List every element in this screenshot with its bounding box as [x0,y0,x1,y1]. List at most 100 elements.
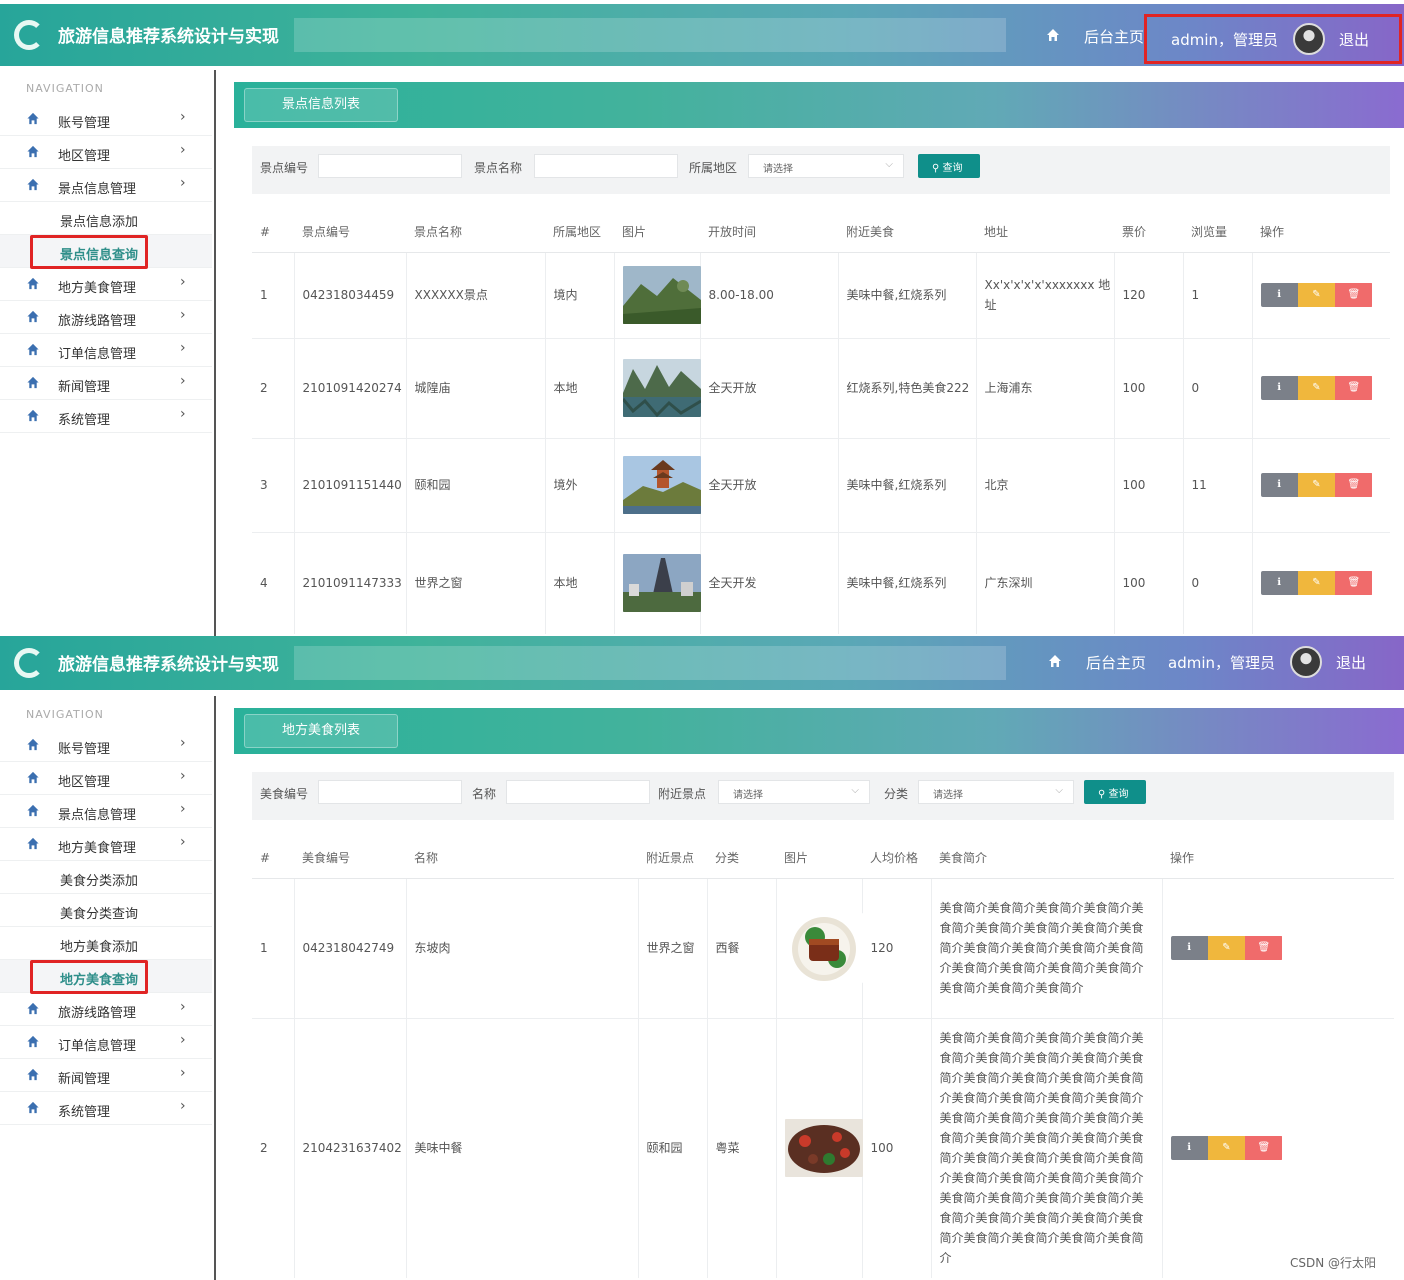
search-button-label: 查询 [942,163,963,174]
spot-select[interactable]: 请选择 ⌵ [718,780,870,804]
sidebar-item[interactable]: 订单信息管理 › [0,334,212,367]
home-icon [27,1101,39,1114]
sidebar-item[interactable]: 景点信息管理 › [0,169,212,202]
search-button[interactable]: ⚲ 查询 [918,154,980,178]
cell-name: 颐和园 [414,478,451,492]
cell-no: 3 [260,478,268,492]
cell-name: 世界之窗 [414,576,463,591]
trash-icon[interactable]: 🗑 [1335,571,1373,596]
sidebar-item[interactable]: 账号管理 › [0,729,212,762]
table-cell: 美味中餐,红烧系列 [837,251,976,338]
cell-views: 1 [1191,288,1200,302]
table-cell: 西餐 [706,877,776,1018]
thumbnail-image [622,554,701,613]
edit-icon[interactable]: ✎ [1297,473,1336,497]
user-menu[interactable]: admin，管理员 退出 [1144,640,1402,690]
edit-icon[interactable]: ✎ [1297,283,1336,307]
table-cell: ℹ ✎ 🗑 [1251,531,1390,634]
table-row: 2 2104231637402 美味中餐 颐和园 粤菜 100 美食简介美食简介美食简介美食… [252,1017,1394,1278]
info-icon[interactable]: ℹ [1260,376,1298,400]
search-label-name: 景点名称 [474,161,523,175]
user-menu[interactable]: admin，管理员 退出 [1144,14,1402,64]
info-icon[interactable]: ℹ [1260,473,1298,497]
edit-icon[interactable]: ✎ [1207,936,1246,960]
info-icon[interactable]: ℹ [1260,283,1298,307]
table-cell: 0 [1182,337,1252,438]
column-header: 美食简介 [931,838,1162,879]
sidebar-item[interactable]: 系统管理 › [0,1092,212,1125]
chevron-right-icon: › [180,1032,186,1048]
trash-icon[interactable]: 🗑 [1245,936,1283,960]
info-icon[interactable]: ℹ [1170,936,1208,960]
sidebar-item[interactable]: 旅游线路管理 › [0,993,212,1026]
sidebar-item[interactable]: 地区管理 › [0,762,212,795]
edit-icon[interactable]: ✎ [1297,571,1336,596]
category-select-value: 请选择 [933,790,963,801]
sidebar-item[interactable]: 订单信息管理 › [0,1026,212,1059]
home-icon[interactable] [1046,28,1060,42]
sidebar-item[interactable]: 系统管理 › [0,400,212,433]
sidebar-item[interactable]: 景点信息查询 [0,235,212,269]
cell-name: 城隍庙 [414,381,451,395]
sidebar-item-label: 旅游线路管理 [58,314,137,329]
region-select[interactable]: 请选择 ⌵ [748,154,904,178]
cell-price: 100 [870,1141,894,1156]
avatar[interactable] [1293,23,1325,55]
food-name-input[interactable] [506,780,650,804]
sidebar-item[interactable]: 地方美食管理 › [0,828,212,861]
cell-price: 120 [1122,288,1146,302]
list-title-tab[interactable]: 景点信息列表 [244,88,398,122]
thumbnail-image [784,1119,863,1178]
cell-price: 100 [1122,478,1146,492]
sidebar-item[interactable]: 美食分类添加 [0,861,212,894]
list-title-tab[interactable]: 地方美食列表 [244,714,398,748]
logout-link[interactable]: 退出 [1339,29,1369,50]
home-icon[interactable] [1048,654,1062,668]
sidebar-item[interactable]: 地方美食查询 [0,960,212,994]
sidebar-item[interactable]: 景点信息管理 › [0,795,212,828]
home-icon [27,112,39,125]
sidebar-item-label: 景点信息管理 [58,182,137,197]
column-header: 所属地区 [545,212,614,253]
search-icon: ⚲ [932,163,943,174]
cell-addr: Xx'x'x'x'x'xxxxxxx 地址 [984,278,1111,312]
chevron-right-icon: › [180,406,186,422]
home-icon [27,343,39,356]
edit-icon[interactable]: ✎ [1207,1136,1246,1161]
trash-icon[interactable]: 🗑 [1335,376,1373,400]
sidebar-item[interactable]: 新闻管理 › [0,367,212,400]
scenic-code-input[interactable] [318,154,462,178]
sidebar-item[interactable]: 美食分类查询 [0,894,212,927]
edit-icon[interactable]: ✎ [1297,376,1336,400]
food-code-input[interactable] [318,780,462,804]
logout-link[interactable]: 退出 [1336,652,1366,673]
home-link[interactable]: 后台主页 [1086,652,1146,673]
info-icon[interactable]: ℹ [1260,571,1298,596]
column-header: 景点编号 [294,212,406,253]
sidebar-item[interactable]: 旅游线路管理 › [0,301,212,334]
sidebar-item[interactable]: 新闻管理 › [0,1059,212,1092]
cell-region: 境内 [553,288,578,302]
trash-icon[interactable]: 🗑 [1335,473,1373,497]
info-icon[interactable]: ℹ [1170,1136,1208,1161]
avatar[interactable] [1290,646,1322,678]
table-cell [613,531,701,634]
sidebar: NAVIGATION 账号管理 › 地区管理 › 景点信息管理 › 地方美食管理 › 美食分类添… [0,696,216,1280]
search-button[interactable]: ⚲ 查询 [1084,780,1146,804]
sidebar-item[interactable]: 景点信息添加 [0,202,212,235]
sidebar-item[interactable]: 地方美食添加 [0,927,212,960]
cell-views: 0 [1191,576,1200,591]
column-header: 操作 [1162,838,1394,879]
scenic-name-input[interactable] [534,154,678,178]
home-link[interactable]: 后台主页 [1084,26,1144,47]
category-select[interactable]: 请选择 ⌵ [918,780,1074,804]
table-cell: 美味中餐,红烧系列 [837,531,976,634]
sidebar-item[interactable]: 地区管理 › [0,136,212,169]
trash-icon[interactable]: 🗑 [1335,283,1373,307]
cell-open: 全天开发 [708,576,757,591]
trash-icon[interactable]: 🗑 [1245,1136,1283,1161]
sidebar-item[interactable]: 账号管理 › [0,103,212,136]
sidebar-item[interactable]: 地方美食管理 › [0,268,212,301]
cell-name: XXXXXX景点 [414,288,488,302]
row-actions: ℹ ✎ 🗑 [1170,1136,1283,1161]
